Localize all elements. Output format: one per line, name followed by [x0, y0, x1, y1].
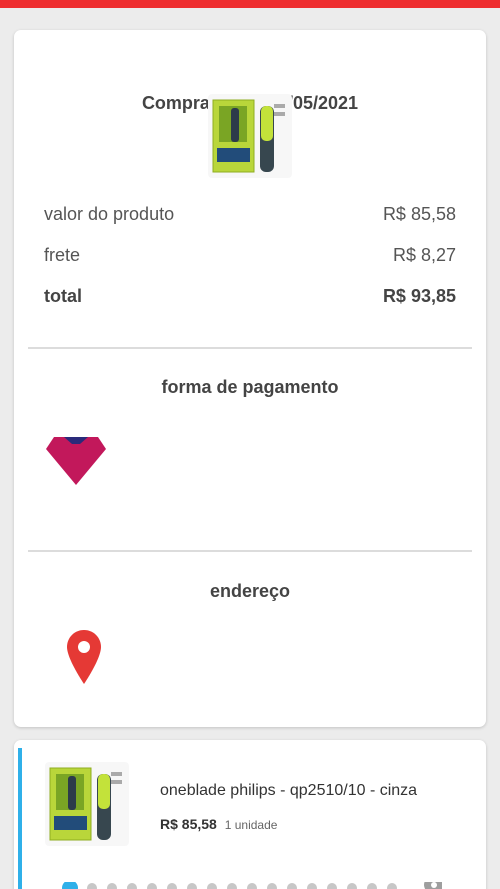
map-pin-icon	[67, 630, 101, 684]
payment-section-title: forma de pagamento	[161, 377, 339, 397]
product-image[interactable]	[208, 94, 292, 178]
address-section-title: endereço	[209, 581, 291, 601]
total-amount: R$ 93,85	[382, 285, 456, 306]
item-quantity: 1 unidade	[224, 818, 278, 832]
tracking-current-dot	[62, 882, 78, 889]
order-summary-card: Comprado dia 04/05/2021 valor do produto…	[14, 30, 486, 727]
total-label: total	[44, 285, 82, 306]
shipping-row: frete R$ 8,27	[44, 243, 456, 267]
delivery-tracking-line	[62, 882, 442, 889]
item-image	[45, 762, 129, 846]
product-value-label: valor do produto	[44, 203, 175, 224]
divider	[28, 347, 472, 349]
product-photo-icon	[212, 99, 285, 173]
shipping-label: frete	[44, 244, 81, 265]
item-price: R$ 85,58	[160, 816, 217, 832]
product-photo-icon	[49, 767, 122, 841]
status-accent-bar	[18, 748, 22, 889]
payment-method-icon	[46, 437, 106, 485]
top-header-bar	[0, 0, 500, 8]
item-name: oneblade philips - qp2510/10 - cinza	[160, 782, 418, 799]
product-value-row: valor do produto R$ 85,58	[44, 202, 456, 226]
item-price-line: R$ 85,58 1 unidade	[160, 816, 277, 832]
total-row: total R$ 93,85	[44, 284, 456, 308]
shipping-amount: R$ 8,27	[392, 244, 456, 265]
order-item-card[interactable]: oneblade philips - qp2510/10 - cinza R$ …	[14, 740, 486, 889]
divider	[28, 550, 472, 552]
product-value-amount: R$ 85,58	[382, 203, 456, 224]
